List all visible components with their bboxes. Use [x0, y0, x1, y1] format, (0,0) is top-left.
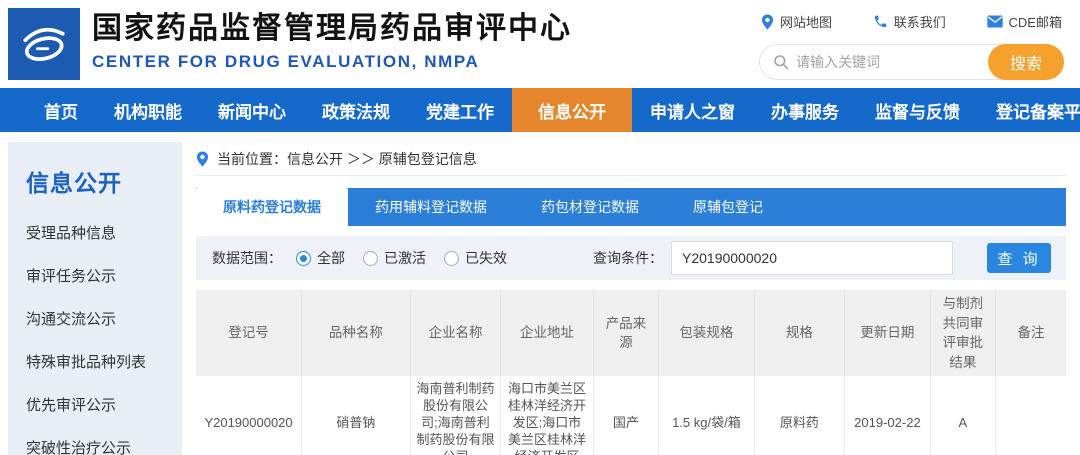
radio-all-circle[interactable] [296, 251, 311, 266]
sitemap-label: 网站地图 [780, 12, 832, 31]
mailbox-link[interactable]: CDE邮箱 [987, 12, 1062, 31]
column-header-joint-review-result: 与制剂共同审评审批结果 [930, 290, 995, 376]
nav-item-organization[interactable]: 机构职能 [96, 88, 200, 132]
results-table: 登记号 品种名称 企业名称 企业地址 产品来源 包装规格 规格 更新日期 与制剂… [196, 290, 1066, 455]
cell-remarks [996, 376, 1066, 455]
query-label: 查询条件： [593, 248, 663, 268]
site-search-input[interactable] [796, 54, 982, 70]
results-table-body: Y20190000020 硝普钠 海南普利制药股份有限公司;海南普利制药股份有限… [196, 376, 1066, 455]
scope-label: 数据范围： [212, 248, 282, 268]
nav-item-registration-platform[interactable]: 登记备案平台 [978, 88, 1080, 132]
cell-update-date: 2019-02-22 [845, 376, 930, 455]
location-pin-icon [196, 151, 209, 167]
radio-inactive-label: 已失效 [465, 248, 507, 268]
sidebar: 信息公开 受理品种信息 审评任务公示 沟通交流公示 特殊审批品种列表 优先审评公… [8, 142, 182, 455]
column-header-registration-no: 登记号 [196, 290, 302, 376]
radio-all-label: 全部 [317, 248, 345, 268]
site-header: 国家药品监督管理局药品审评中心 CENTER FOR DRUG EVALUATI… [0, 0, 1080, 88]
radio-activated[interactable]: 已激活 [363, 248, 426, 268]
column-header-spec: 规格 [754, 290, 845, 376]
site-search-button[interactable]: 搜索 [988, 44, 1064, 80]
breadcrumb: 当前位置：信息公开 ＞＞ 原辅包登记信息 [196, 142, 1066, 176]
radio-inactive-circle[interactable] [444, 251, 459, 266]
sidebar-item-priority-review[interactable]: 优先审评公示 [26, 384, 182, 427]
sidebar-item-breakthrough-therapy[interactable]: 突破性治疗公示 [26, 427, 182, 455]
site-titles: 国家药品监督管理局药品审评中心 CENTER FOR DRUG EVALUATI… [92, 10, 572, 72]
envelope-icon [987, 15, 1003, 28]
contact-label: 联系我们 [894, 12, 946, 31]
sidebar-title: 信息公开 [26, 164, 182, 198]
cde-logo-icon [14, 14, 74, 74]
radio-activated-circle[interactable] [363, 251, 378, 266]
tab-packaging-registration-data[interactable]: 药包材登记数据 [514, 188, 666, 226]
cell-product-name: 硝普钠 [302, 376, 411, 455]
column-header-update-date: 更新日期 [845, 290, 930, 376]
cde-logo[interactable] [8, 8, 80, 80]
tab-raw-aux-pack-registration[interactable]: 原辅包登记 [666, 188, 790, 226]
cell-company-address: 海口市美兰区桂林洋经济开发区;海口市美兰区桂林洋经济开发区 [501, 376, 594, 455]
content-area: 信息公开 受理品种信息 审评任务公示 沟通交流公示 特殊审批品种列表 优先审评公… [0, 132, 1080, 455]
cell-joint-review-result: A [930, 376, 995, 455]
phone-icon [873, 14, 888, 29]
cell-company-name: 海南普利制药股份有限公司;海南普利制药股份有限公司 [410, 376, 501, 455]
sidebar-item-review-tasks[interactable]: 审评任务公示 [26, 255, 182, 298]
nav-item-info-disclosure[interactable]: 信息公开 [512, 88, 632, 132]
column-header-product-name: 品种名称 [302, 290, 411, 376]
page: 国家药品监督管理局药品审评中心 CENTER FOR DRUG EVALUATI… [0, 0, 1080, 455]
site-title-cn: 国家药品监督管理局药品审评中心 [92, 10, 572, 48]
results-table-head: 登记号 品种名称 企业名称 企业地址 产品来源 包装规格 规格 更新日期 与制剂… [196, 290, 1066, 376]
site-search: 搜索 [759, 44, 1064, 80]
sidebar-item-accepted-varieties[interactable]: 受理品种信息 [26, 212, 182, 255]
nav-item-applicant-window[interactable]: 申请人之窗 [632, 88, 753, 132]
nav-item-news[interactable]: 新闻中心 [200, 88, 304, 132]
location-pin-icon [761, 14, 774, 30]
nav-item-policy[interactable]: 政策法规 [304, 88, 408, 132]
site-title-en: CENTER FOR DRUG EVALUATION, NMPA [92, 52, 572, 72]
cell-product-source: 国产 [593, 376, 658, 455]
main-nav: 首页 机构职能 新闻中心 政策法规 党建工作 信息公开 申请人之窗 办事服务 监… [0, 88, 1080, 132]
tab-api-registration-data[interactable]: 原料药登记数据 [196, 188, 348, 226]
sidebar-item-special-approval-list[interactable]: 特殊审批品种列表 [26, 341, 182, 384]
column-header-company-address: 企业地址 [501, 290, 594, 376]
column-header-remarks: 备注 [996, 290, 1066, 376]
cell-packaging-spec: 1.5 kg/袋/箱 [659, 376, 755, 455]
header-right: 网站地图 联系我们 CDE邮箱 [759, 10, 1064, 80]
nav-item-services[interactable]: 办事服务 [753, 88, 857, 132]
sitemap-link[interactable]: 网站地图 [761, 12, 832, 31]
tab-excipient-registration-data[interactable]: 药用辅料登记数据 [348, 188, 514, 226]
mailbox-label: CDE邮箱 [1009, 12, 1062, 31]
contact-link[interactable]: 联系我们 [873, 12, 946, 31]
header-row: 登记号 品种名称 企业名称 企业地址 产品来源 包装规格 规格 更新日期 与制剂… [196, 290, 1066, 376]
query-button[interactable]: 查 询 [987, 243, 1051, 273]
radio-activated-label: 已激活 [384, 248, 426, 268]
main-content: 当前位置：信息公开 ＞＞ 原辅包登记信息 原料药登记数据 药用辅料登记数据 药包… [196, 142, 1066, 455]
registration-tabs: 原料药登记数据 药用辅料登记数据 药包材登记数据 原辅包登记 [196, 188, 1066, 226]
nav-item-party-building[interactable]: 党建工作 [408, 88, 512, 132]
query-input[interactable] [671, 241, 953, 275]
nav-item-supervision-feedback[interactable]: 监督与反馈 [857, 88, 978, 132]
breadcrumb-text: 当前位置：信息公开 ＞＞ 原辅包登记信息 [217, 149, 477, 169]
radio-inactive[interactable]: 已失效 [444, 248, 507, 268]
sidebar-item-communication[interactable]: 沟通交流公示 [26, 298, 182, 341]
quick-links: 网站地图 联系我们 CDE邮箱 [761, 12, 1062, 31]
column-header-product-source: 产品来源 [593, 290, 658, 376]
table-row[interactable]: Y20190000020 硝普钠 海南普利制药股份有限公司;海南普利制药股份有限… [196, 376, 1066, 455]
nav-item-home[interactable]: 首页 [26, 88, 96, 132]
cell-spec: 原料药 [754, 376, 845, 455]
radio-all[interactable]: 全部 [296, 248, 345, 268]
search-icon [773, 54, 789, 70]
column-header-company-name: 企业名称 [410, 290, 501, 376]
column-header-packaging-spec: 包装规格 [659, 290, 755, 376]
filter-bar: 数据范围： 全部 已激活 已失效 查询条件： 查 询 [196, 236, 1066, 280]
cell-registration-no: Y20190000020 [196, 376, 302, 455]
